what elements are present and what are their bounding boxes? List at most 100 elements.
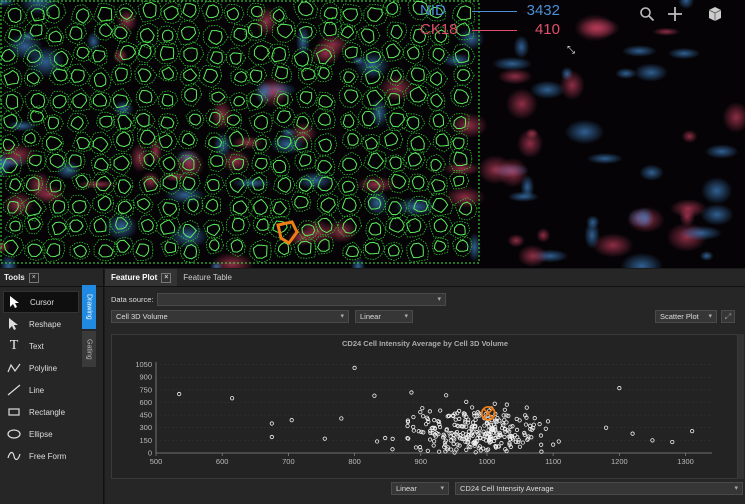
nucleus-outline	[181, 132, 196, 146]
cell-outline	[112, 175, 134, 198]
cube-icon[interactable]	[705, 6, 725, 26]
nucleus-outline	[229, 52, 242, 65]
tissue-blob	[492, 56, 533, 71]
tissue-blob	[310, 42, 342, 65]
y-scale-select[interactable]: Linear ▾	[391, 482, 449, 495]
nucleus-outline	[189, 113, 202, 126]
nucleus-outline	[93, 217, 107, 233]
y-feature-select[interactable]: CD24 Cell Intensity Average ▾	[455, 482, 743, 495]
x-feature-select[interactable]: Cell 3D Volume ▾	[111, 310, 349, 323]
tool-cursor[interactable]: Cursor	[3, 291, 79, 313]
nucleus-outline	[323, 7, 338, 20]
scatter-point	[339, 416, 344, 421]
nucleus-outline	[252, 244, 268, 259]
nucleus-outline	[161, 29, 174, 42]
tab-label: Feature Plot	[111, 273, 158, 282]
nucleus-outline	[298, 154, 312, 167]
nucleus-outline	[452, 175, 465, 187]
cell-outline	[251, 153, 272, 174]
scatter-point	[551, 442, 556, 447]
viewer-toolbar	[637, 6, 725, 26]
nucleus-outline	[139, 27, 155, 44]
tissue-blob	[55, 160, 81, 180]
nucleus-outline	[159, 45, 175, 61]
tissue-blob	[559, 70, 585, 101]
scatter-point	[409, 390, 414, 395]
cell-outline	[248, 111, 273, 134]
microscopy-image	[0, 0, 745, 268]
nucleus-outline	[72, 92, 88, 109]
nucleus-outline	[92, 93, 108, 107]
tissue-blob	[0, 143, 37, 167]
scatter-point	[532, 416, 537, 421]
scatter-point	[499, 441, 504, 446]
scatter-point	[464, 399, 469, 404]
plus-icon[interactable]	[665, 6, 685, 26]
tissue-blob	[704, 144, 739, 159]
nucleus-outline	[3, 69, 20, 86]
tissue-blob	[564, 119, 605, 145]
tissue-blob	[592, 233, 634, 258]
chevron-down-icon: ▾	[708, 313, 712, 320]
data-source-row: Data source: ▾	[111, 293, 446, 306]
scatter-point	[431, 443, 436, 448]
nucleus-outline	[76, 8, 90, 24]
tool-label: Polyline	[29, 363, 58, 373]
cell-outline	[178, 41, 205, 68]
channel-nid: NID 3432	[420, 2, 565, 19]
close-icon[interactable]: ×	[28, 272, 39, 283]
tab-label: Feature Table	[183, 273, 233, 282]
tab-gating[interactable]: Gating	[82, 331, 96, 367]
tool-rectangle[interactable]: Rectangle	[3, 401, 79, 423]
scatter-point	[322, 436, 327, 441]
data-source-select[interactable]: ▾	[157, 293, 446, 306]
nucleus-outline	[342, 8, 359, 22]
image-viewer[interactable]: NID 3432 CK18 410 ⤡	[0, 0, 745, 268]
tool-line[interactable]: Line	[3, 379, 79, 401]
close-icon[interactable]: ×	[161, 272, 172, 283]
nucleus-outline	[276, 110, 292, 124]
tool-free-form[interactable]: Free Form	[3, 445, 79, 467]
nucleus-outline	[318, 94, 334, 108]
tissue-blob	[19, 0, 59, 15]
scatter-point	[427, 437, 433, 442]
scatter-point	[670, 439, 675, 445]
tool-ellipse[interactable]: Ellipse	[3, 423, 79, 445]
nucleus-outline	[432, 113, 445, 128]
nucleus-outline	[406, 217, 422, 234]
nucleus-outline	[69, 26, 83, 41]
scatter-point	[411, 424, 416, 430]
tab-feature-table[interactable]: Feature Table	[177, 269, 238, 286]
tool-text[interactable]: T Text	[3, 335, 79, 357]
cell-outline	[65, 63, 91, 87]
nucleus-outline	[206, 178, 220, 191]
expand-plot-button[interactable]: ⤢	[721, 310, 735, 323]
x-scale-select[interactable]: Linear ▾	[355, 310, 413, 323]
nucleus-outline	[387, 244, 400, 257]
search-icon[interactable]	[637, 6, 657, 26]
nucleus-outline	[433, 240, 447, 252]
plot-scrollbar[interactable]	[738, 334, 744, 479]
tool-reshape[interactable]: Reshape	[3, 313, 79, 335]
nucleus-outline	[73, 244, 88, 258]
cell-outline	[229, 91, 249, 111]
scatter-point	[504, 420, 509, 425]
nucleus-outline	[97, 6, 113, 22]
x-axis-controls: Cell 3D Volume ▾ Linear ▾	[111, 310, 413, 323]
nucleus-outline	[209, 51, 223, 65]
nucleus-outline	[431, 179, 446, 193]
tab-drawing[interactable]: Drawing	[82, 285, 96, 329]
nucleus-outline	[301, 67, 316, 81]
tool-polyline[interactable]: Polyline	[3, 357, 79, 379]
plot-type-select[interactable]: Scatter Plot ▾	[655, 310, 717, 323]
scatter-plot[interactable]: CD24 Cell Intensity Average by Cell 3D V…	[111, 334, 738, 479]
scatter-point	[383, 435, 388, 441]
tissue-blob	[701, 177, 733, 205]
tab-feature-plot[interactable]: Feature Plot ×	[105, 269, 178, 286]
nucleus-outline	[232, 200, 248, 215]
scatter-point	[538, 433, 544, 438]
tools-panel: Tools × Cursor Reshape T Text Polyline L…	[0, 269, 104, 504]
scatter-point	[481, 446, 486, 451]
tissue-blob	[297, 219, 336, 245]
tissue-blob	[621, 45, 657, 57]
